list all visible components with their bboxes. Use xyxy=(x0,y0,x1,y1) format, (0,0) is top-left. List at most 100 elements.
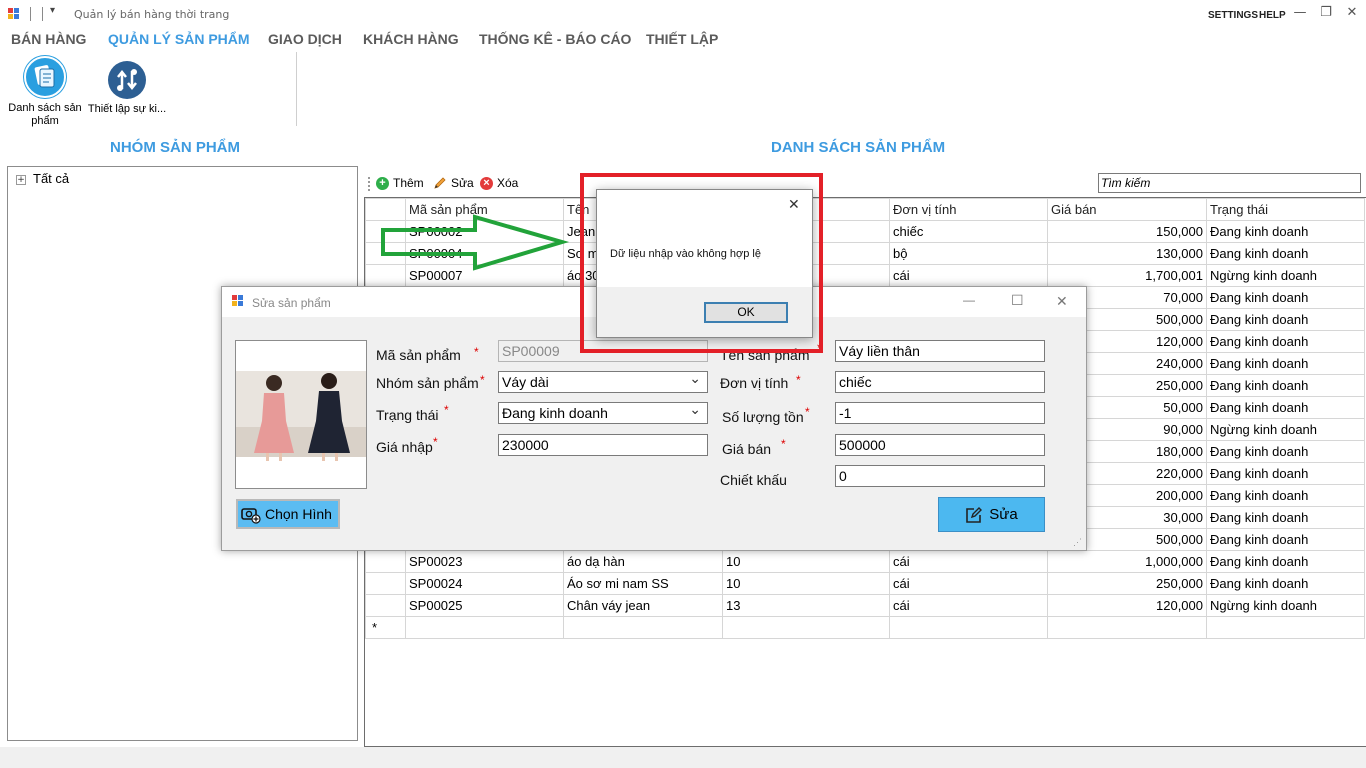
save-edit-button[interactable]: Sửa xyxy=(938,497,1045,532)
table-cell[interactable]: Đang kinh doanh xyxy=(1206,220,1365,243)
table-cell[interactable]: Đang kinh doanh xyxy=(1206,396,1365,419)
table-cell[interactable]: Đang kinh doanh xyxy=(1206,308,1365,331)
add-button[interactable]: + Thêm xyxy=(376,176,424,190)
table-cell[interactable]: 1,700,001 xyxy=(1047,264,1207,287)
title-bar: ▾ Quản lý bán hàng thời trang SETTINGS H… xyxy=(0,0,1366,30)
help-link[interactable]: HELP xyxy=(1259,10,1286,21)
required-mark: * xyxy=(805,405,810,419)
dialog-title: Sửa sản phẩm xyxy=(252,296,331,310)
table-cell[interactable]: 1,000,000 xyxy=(1047,550,1207,573)
table-cell[interactable]: bộ xyxy=(889,242,1048,265)
row-header[interactable] xyxy=(365,550,406,573)
required-mark: * xyxy=(444,403,449,417)
menu-thong-ke-bao-cao[interactable]: THỐNG KÊ - BÁO CÁO xyxy=(479,31,631,47)
search-input[interactable] xyxy=(1098,173,1361,193)
table-cell[interactable]: Áo sơ mi nam SS xyxy=(563,572,723,595)
tree-expand-icon[interactable]: + xyxy=(16,175,26,185)
table-row[interactable]: SP00024 Áo sơ mi nam SS 10 cái 250,000 Đang k… xyxy=(365,572,1365,595)
product-list-button[interactable]: Danh sách sản phẩm xyxy=(4,56,86,128)
row-header[interactable] xyxy=(365,594,406,617)
table-cell[interactable]: Ngừng kinh doanh xyxy=(1206,418,1365,441)
status-select[interactable]: Đang kinh doanh xyxy=(498,400,708,424)
delete-button[interactable]: × Xóa xyxy=(480,176,518,190)
table-row[interactable]: SP00025 Chân váy jean 13 cái 120,000 Ngừng ki… xyxy=(365,594,1365,617)
name-input[interactable]: Váy liền thân xyxy=(835,340,1045,362)
table-cell[interactable]: Đang kinh doanh xyxy=(1206,462,1365,485)
table-cell[interactable] xyxy=(563,616,723,639)
table-cell[interactable]: Đang kinh doanh xyxy=(1206,506,1365,529)
table-cell[interactable] xyxy=(1206,616,1365,639)
table-cell[interactable]: SP00023 xyxy=(405,550,564,573)
menu-quan-ly-san-pham[interactable]: QUẢN LÝ SẢN PHẨM xyxy=(108,31,250,47)
dialog-maximize-button[interactable]: ☐ xyxy=(1011,292,1024,309)
table-cell[interactable]: Đang kinh doanh xyxy=(1206,550,1365,573)
new-row[interactable]: * xyxy=(365,616,1365,639)
menu-khach-hang[interactable]: KHÁCH HÀNG xyxy=(363,31,459,47)
table-cell[interactable]: Đang kinh doanh xyxy=(1206,484,1365,507)
table-cell[interactable]: Đang kinh doanh xyxy=(1206,440,1365,463)
ribbon-divider xyxy=(296,52,297,126)
table-cell[interactable]: Chân váy jean xyxy=(563,594,723,617)
settings-link[interactable]: SETTINGS xyxy=(1208,10,1258,21)
table-cell[interactable]: cái xyxy=(889,572,1048,595)
table-cell[interactable] xyxy=(722,616,890,639)
table-cell[interactable]: 250,000 xyxy=(1047,572,1207,595)
table-cell[interactable]: SP00025 xyxy=(405,594,564,617)
table-cell[interactable]: Đang kinh doanh xyxy=(1206,528,1365,551)
table-cell[interactable]: Đang kinh doanh xyxy=(1206,352,1365,375)
table-cell[interactable]: Đang kinh doanh xyxy=(1206,286,1365,309)
resize-grip-icon[interactable]: ⋰ xyxy=(1073,537,1082,548)
cost-input[interactable]: 230000 xyxy=(498,434,708,456)
table-cell[interactable]: 10 xyxy=(722,572,890,595)
unit-input[interactable]: chiếc xyxy=(835,371,1045,393)
choose-image-button[interactable]: Chọn Hình xyxy=(236,499,340,529)
row-header[interactable] xyxy=(365,572,406,595)
quick-access-dropdown-icon[interactable]: ▾ xyxy=(50,5,55,16)
stock-input[interactable]: -1 xyxy=(835,402,1045,424)
price-setup-button[interactable]: Thiết lập sự ki... xyxy=(86,61,168,116)
dialog-minimize-button[interactable]: — xyxy=(963,293,975,307)
table-row[interactable]: SP00023 áo dạ hàn 10 cái 1,000,000 Đang kinh … xyxy=(365,550,1365,573)
price-setup-icon xyxy=(108,61,146,99)
minimize-button[interactable]: — xyxy=(1290,4,1310,22)
tree-item-all[interactable]: Tất cả xyxy=(33,171,69,186)
table-cell[interactable] xyxy=(405,616,564,639)
table-cell[interactable]: Ngừng kinh doanh xyxy=(1206,264,1365,287)
dialog-close-button[interactable]: ✕ xyxy=(1056,293,1068,310)
column-header[interactable]: Trạng thái xyxy=(1206,198,1365,221)
discount-label: Chiết khấu xyxy=(720,472,787,488)
group-label: Nhóm sản phẩm xyxy=(376,375,479,391)
titlebar-divider xyxy=(42,7,43,21)
table-cell[interactable]: SP00024 xyxy=(405,572,564,595)
table-cell[interactable]: Đang kinh doanh xyxy=(1206,330,1365,353)
price-input[interactable]: 500000 xyxy=(835,434,1045,456)
table-cell[interactable]: Đang kinh doanh xyxy=(1206,242,1365,265)
table-cell[interactable] xyxy=(1047,616,1207,639)
table-cell[interactable]: 120,000 xyxy=(1047,594,1207,617)
table-cell[interactable]: Đang kinh doanh xyxy=(1206,572,1365,595)
discount-input[interactable]: 0 xyxy=(835,465,1045,487)
table-cell[interactable]: 13 xyxy=(722,594,890,617)
column-header[interactable]: Đơn vị tính xyxy=(889,198,1048,221)
table-cell[interactable] xyxy=(889,616,1048,639)
menu-thiet-lap[interactable]: THIẾT LẬP xyxy=(646,31,718,47)
menu-giao-dich[interactable]: GIAO DỊCH xyxy=(268,31,342,47)
table-cell[interactable]: áo dạ hàn xyxy=(563,550,723,573)
edit-square-icon xyxy=(965,506,983,524)
table-cell[interactable]: cái xyxy=(889,550,1048,573)
required-mark: * xyxy=(433,435,438,449)
column-header[interactable]: Giá bán xyxy=(1047,198,1207,221)
group-select[interactable]: Váy dài xyxy=(498,369,708,393)
table-cell[interactable]: cái xyxy=(889,264,1048,287)
table-cell[interactable]: 150,000 xyxy=(1047,220,1207,243)
restore-button[interactable]: ❐ xyxy=(1316,4,1336,22)
edit-button[interactable]: Sửa xyxy=(433,176,474,190)
table-cell[interactable]: 130,000 xyxy=(1047,242,1207,265)
table-cell[interactable]: chiếc xyxy=(889,220,1048,243)
close-button[interactable]: ✕ xyxy=(1342,4,1362,22)
menu-ban-hang[interactable]: BÁN HÀNG xyxy=(11,31,86,47)
table-cell[interactable]: Đang kinh doanh xyxy=(1206,374,1365,397)
table-cell[interactable]: Ngừng kinh doanh xyxy=(1206,594,1365,617)
table-cell[interactable]: cái xyxy=(889,594,1048,617)
table-cell[interactable]: 10 xyxy=(722,550,890,573)
